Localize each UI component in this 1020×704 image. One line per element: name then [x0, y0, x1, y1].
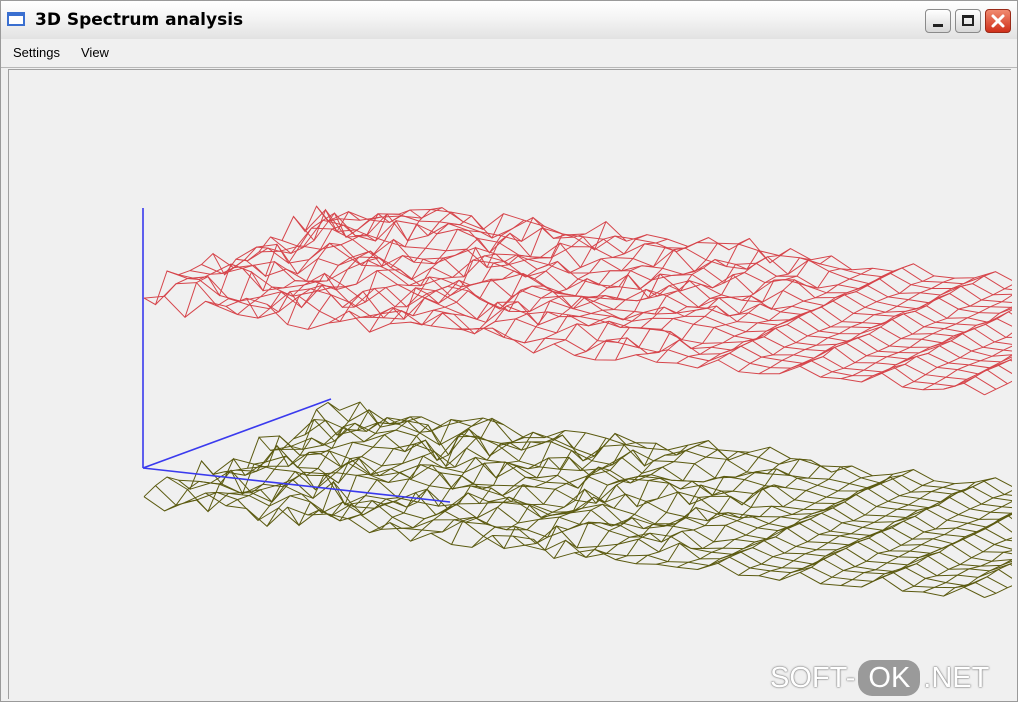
mesh-column-line [799, 477, 996, 573]
spectrum-plot-area[interactable] [8, 69, 1012, 700]
mesh-row-line [258, 435, 1012, 533]
mesh-column-line [430, 432, 627, 534]
mesh-row-line [201, 264, 1012, 363]
menu-view[interactable]: View [81, 45, 109, 60]
mesh-column-line [164, 208, 361, 297]
mesh-row-line [166, 476, 1008, 589]
watermark-right: .NET [923, 661, 990, 694]
mesh-column-line [820, 490, 1012, 585]
surface-top-mesh [143, 205, 1012, 396]
mesh-row-line [327, 208, 1012, 291]
mesh-row-line [281, 425, 1012, 520]
window-title: 3D Spectrum analysis [35, 10, 244, 30]
close-button[interactable] [985, 9, 1011, 33]
surface-bottom-mesh [143, 401, 1012, 598]
mesh-column-line [184, 408, 381, 513]
mesh-column-line [902, 537, 1012, 592]
mesh-row-line [235, 445, 1012, 550]
watermark-left: SOFT- [770, 661, 856, 694]
mesh-column-line [820, 284, 1012, 378]
mesh-column-line [635, 255, 832, 356]
mesh-row-line [155, 485, 997, 594]
axis-line [142, 398, 332, 469]
mesh-column-line [225, 209, 422, 316]
mesh-column-line [574, 249, 771, 356]
mesh-column-line [738, 480, 935, 576]
mesh-column-line [205, 422, 402, 494]
mesh-column-line [594, 458, 791, 554]
mesh-column-line [164, 401, 361, 512]
watermark: SOFT- OK .NET [770, 660, 989, 698]
app-window: 3D Spectrum analysis Settings View [0, 0, 1018, 702]
watermark-pill: OK [858, 660, 921, 696]
minimize-icon [933, 24, 943, 27]
window-app-icon [7, 12, 25, 26]
mesh-row-line [143, 492, 985, 598]
minimize-button[interactable] [925, 9, 951, 33]
title-bar[interactable]: 3D Spectrum analysis [1, 1, 1017, 40]
spectrum-3d-plot[interactable] [9, 70, 1012, 700]
maximize-icon [962, 15, 974, 26]
mesh-column-line [615, 458, 812, 561]
mesh-row-line [316, 409, 1012, 502]
menu-bar: Settings View [1, 39, 1017, 68]
axes [142, 208, 451, 503]
close-icon [991, 14, 1005, 28]
maximize-button[interactable] [955, 9, 981, 33]
menu-settings[interactable]: Settings [13, 45, 60, 60]
